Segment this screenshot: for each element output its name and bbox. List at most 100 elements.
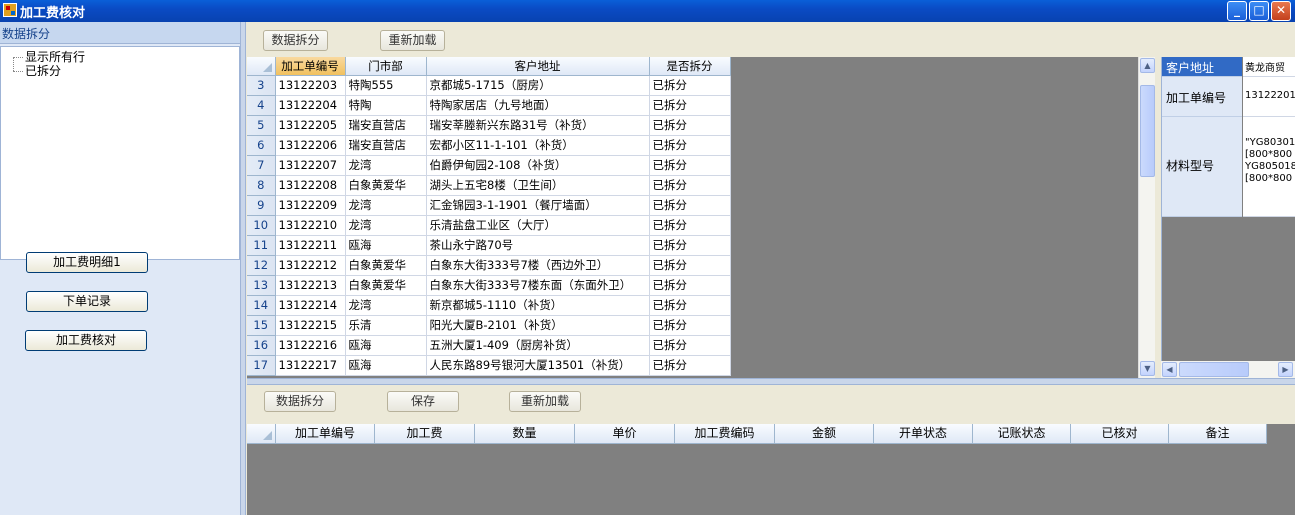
cell-customer-address[interactable]: 宏都小区11-1-101（补货） xyxy=(426,135,650,156)
table-row[interactable]: 12 13122212 白象黄爱华 白象东大街333号7楼（西边外卫） 已拆分 xyxy=(247,255,731,276)
cell-order-id[interactable]: 13122211 xyxy=(275,235,346,256)
row-number[interactable]: 6 xyxy=(247,135,276,156)
cell-order-id[interactable]: 13122208 xyxy=(275,175,346,196)
cell-split-status[interactable]: 已拆分 xyxy=(649,135,731,156)
cell-order-id[interactable]: 13122214 xyxy=(275,295,346,316)
cell-customer-address[interactable]: 乐清盐盘工业区（大厅） xyxy=(426,215,650,236)
row-number[interactable]: 5 xyxy=(247,115,276,136)
data-split-button[interactable]: 数据拆分 xyxy=(263,30,328,51)
row-number[interactable]: 9 xyxy=(247,195,276,216)
table-row[interactable]: 7 13122207 龙湾 伯爵伊甸园2-108（补货） 已拆分 xyxy=(247,155,731,176)
cell-order-id[interactable]: 13122207 xyxy=(275,155,346,176)
cell-order-id[interactable]: 13122203 xyxy=(275,75,346,96)
cell-customer-address[interactable]: 伯爵伊甸园2-108（补货） xyxy=(426,155,650,176)
table-row[interactable]: 15 13122215 乐清 阳光大厦B-2101（补货） 已拆分 xyxy=(247,315,731,336)
table-row[interactable]: 6 13122206 瑞安直营店 宏都小区11-1-101（补货） 已拆分 xyxy=(247,135,731,156)
row-number[interactable]: 4 xyxy=(247,95,276,116)
column-header-verified[interactable]: 已核对 xyxy=(1071,424,1169,444)
processing-fee-check-button[interactable]: 加工费核对 xyxy=(25,330,147,351)
row-number[interactable]: 13 xyxy=(247,275,276,296)
cell-store[interactable]: 瓯海 xyxy=(345,235,427,256)
column-header-split-status[interactable]: 是否拆分 xyxy=(649,57,731,76)
cell-store[interactable]: 白象黄爱华 xyxy=(345,175,427,196)
column-header-store[interactable]: 门市部 xyxy=(345,57,427,76)
detail-value-customer-address[interactable]: 黄龙商贸 xyxy=(1243,57,1295,77)
cell-store[interactable]: 龙湾 xyxy=(345,195,427,216)
column-header-fee[interactable]: 加工费 xyxy=(375,424,475,444)
detail-label-material-model[interactable]: 材料型号 xyxy=(1162,117,1242,217)
close-button[interactable]: ✕ xyxy=(1271,1,1291,21)
cell-split-status[interactable]: 已拆分 xyxy=(649,235,731,256)
cell-store[interactable]: 龙湾 xyxy=(345,295,427,316)
cell-customer-address[interactable]: 茶山永宁路70号 xyxy=(426,235,650,256)
column-header-customer-address[interactable]: 客户地址 xyxy=(426,57,650,76)
cell-customer-address[interactable]: 汇金锦园3-1-1901（餐厅墙面） xyxy=(426,195,650,216)
column-header-amount[interactable]: 金额 xyxy=(775,424,874,444)
grid-corner[interactable] xyxy=(247,424,276,444)
scroll-thumb[interactable] xyxy=(1179,362,1249,377)
tree-item-show-all[interactable]: 显示所有行 xyxy=(25,50,85,64)
cell-customer-address[interactable]: 白象东大街333号7楼东面（东面外卫） xyxy=(426,275,650,296)
cell-split-status[interactable]: 已拆分 xyxy=(649,335,731,356)
tree-item-split[interactable]: 已拆分 xyxy=(25,64,61,78)
cell-order-id[interactable]: 13122209 xyxy=(275,195,346,216)
cell-order-id[interactable]: 13122210 xyxy=(275,215,346,236)
cell-order-id[interactable]: 13122216 xyxy=(275,335,346,356)
cell-order-id[interactable]: 13122205 xyxy=(275,115,346,136)
cell-store[interactable]: 瑞安直营店 xyxy=(345,135,427,156)
cell-customer-address[interactable]: 新京都城5-1110（补货） xyxy=(426,295,650,316)
cell-order-id[interactable]: 13122213 xyxy=(275,275,346,296)
scroll-left-icon[interactable]: ◀ xyxy=(1162,362,1177,377)
reload-button[interactable]: 重新加载 xyxy=(509,391,581,412)
cell-store[interactable]: 瓯海 xyxy=(345,355,427,376)
scroll-up-icon[interactable]: ▲ xyxy=(1140,58,1155,73)
table-row[interactable]: 10 13122210 龙湾 乐清盐盘工业区（大厅） 已拆分 xyxy=(247,215,731,236)
cell-split-status[interactable]: 已拆分 xyxy=(649,295,731,316)
horizontal-splitter[interactable] xyxy=(247,378,1295,385)
cell-customer-address[interactable]: 湖头上五宅8楼（卫生间） xyxy=(426,175,650,196)
cell-split-status[interactable]: 已拆分 xyxy=(649,75,731,96)
grid-corner[interactable] xyxy=(247,57,276,76)
cell-split-status[interactable]: 已拆分 xyxy=(649,255,731,276)
cell-store[interactable]: 特陶 xyxy=(345,95,427,116)
table-row[interactable]: 14 13122214 龙湾 新京都城5-1110（补货） 已拆分 xyxy=(247,295,731,316)
processing-fee-detail-button[interactable]: 加工费明细1 xyxy=(26,252,148,273)
cell-store[interactable]: 龙湾 xyxy=(345,215,427,236)
data-split-button[interactable]: 数据拆分 xyxy=(264,391,336,412)
cell-customer-address[interactable]: 人民东路89号银河大厦13501（补货） xyxy=(426,355,650,376)
cell-split-status[interactable]: 已拆分 xyxy=(649,355,731,376)
detail-value-material-model[interactable]: "YG80301 [800*800 YG805018 [800*800 xyxy=(1243,117,1295,217)
cell-customer-address[interactable]: 五洲大厦1-409（厨房补货） xyxy=(426,335,650,356)
row-number[interactable]: 8 xyxy=(247,175,276,196)
cell-order-id[interactable]: 13122204 xyxy=(275,95,346,116)
row-number[interactable]: 11 xyxy=(247,235,276,256)
row-number[interactable]: 7 xyxy=(247,155,276,176)
column-header-order-id[interactable]: 加工单编号 xyxy=(276,424,375,444)
column-header-fee-code[interactable]: 加工费编码 xyxy=(675,424,775,444)
table-row[interactable]: 5 13122205 瑞安直营店 瑞安莘塍新兴东路31号（补货） 已拆分 xyxy=(247,115,731,136)
cell-customer-address[interactable]: 特陶家居店（九号地面） xyxy=(426,95,650,116)
column-header-quantity[interactable]: 数量 xyxy=(475,424,575,444)
cell-store[interactable]: 乐清 xyxy=(345,315,427,336)
cell-split-status[interactable]: 已拆分 xyxy=(649,215,731,236)
cell-order-id[interactable]: 13122215 xyxy=(275,315,346,336)
cell-store[interactable]: 特陶555 xyxy=(345,75,427,96)
table-row[interactable]: 3 13122203 特陶555 京都城5-1715（厨房） 已拆分 xyxy=(247,75,731,96)
column-header-accounting-status[interactable]: 记账状态 xyxy=(973,424,1071,444)
cell-split-status[interactable]: 已拆分 xyxy=(649,115,731,136)
cell-customer-address[interactable]: 白象东大街333号7楼（西边外卫） xyxy=(426,255,650,276)
table-row[interactable]: 16 13122216 瓯海 五洲大厦1-409（厨房补货） 已拆分 xyxy=(247,335,731,356)
scroll-thumb[interactable] xyxy=(1140,85,1155,177)
cell-order-id[interactable]: 13122212 xyxy=(275,255,346,276)
table-row[interactable]: 8 13122208 白象黄爱华 湖头上五宅8楼（卫生间） 已拆分 xyxy=(247,175,731,196)
column-header-remarks[interactable]: 备注 xyxy=(1169,424,1267,444)
scroll-down-icon[interactable]: ▼ xyxy=(1140,361,1155,376)
cell-order-id[interactable]: 13122217 xyxy=(275,355,346,376)
column-header-order-id[interactable]: 加工单编号 xyxy=(275,57,346,76)
reload-button[interactable]: 重新加载 xyxy=(380,30,445,51)
row-number[interactable]: 12 xyxy=(247,255,276,276)
cell-store[interactable]: 瓯海 xyxy=(345,335,427,356)
cell-split-status[interactable]: 已拆分 xyxy=(649,95,731,116)
grid-vertical-scrollbar[interactable]: ▲ ▼ xyxy=(1138,57,1155,378)
cell-store[interactable]: 白象黄爱华 xyxy=(345,255,427,276)
